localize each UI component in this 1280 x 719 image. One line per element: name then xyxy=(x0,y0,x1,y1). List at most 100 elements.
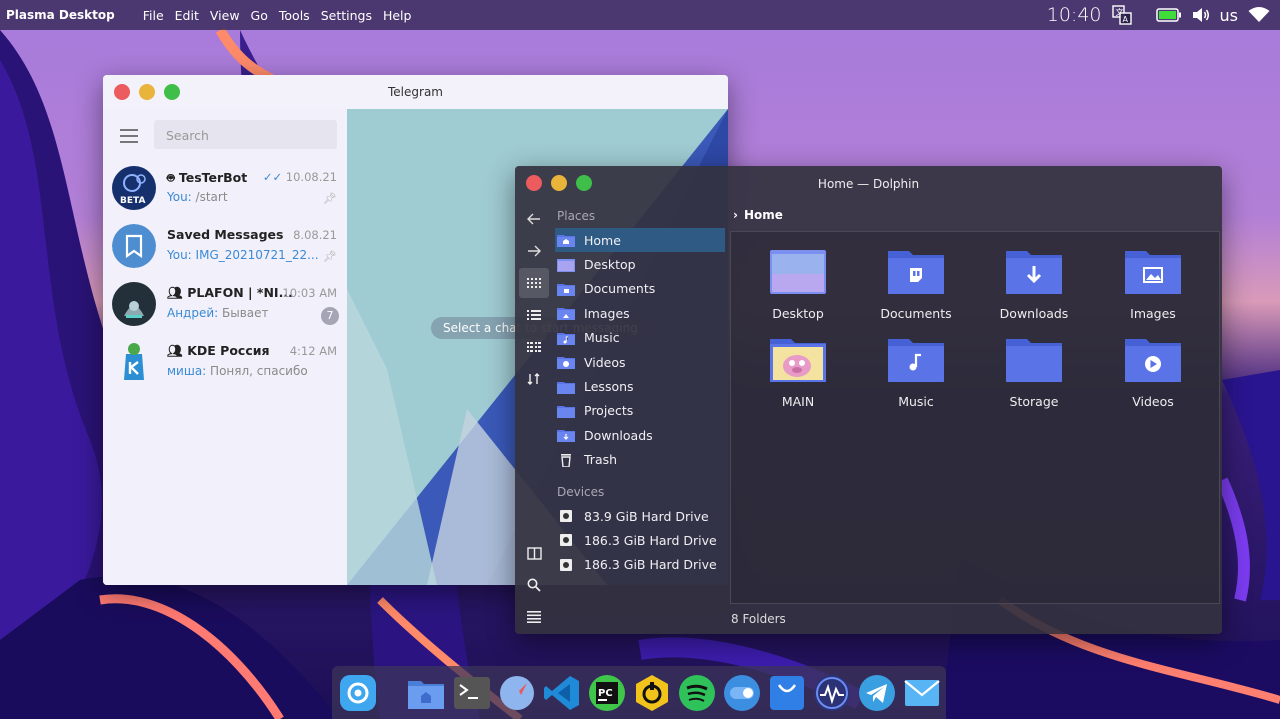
folder-main[interactable]: MAIN xyxy=(743,336,853,409)
place-music[interactable]: Music xyxy=(555,326,725,350)
chat-item-plafon[interactable]: 👥︎ PLAFON | *NI... 10:03 AM Андрей: Быва… xyxy=(103,275,347,333)
browser-icon[interactable] xyxy=(497,673,537,713)
details-view-button[interactable] xyxy=(519,300,549,330)
menu-view[interactable]: View xyxy=(210,8,240,23)
dolphin-window: Home — Dolphin Places Home Desktop Docum… xyxy=(515,166,1222,634)
folder-label: MAIN xyxy=(781,394,815,409)
chat-name: Saved Messages xyxy=(167,227,284,242)
hamburger-icon xyxy=(527,611,541,623)
search-button[interactable] xyxy=(519,570,549,600)
hamburger-menu-icon[interactable] xyxy=(120,129,138,147)
top-panel: Plasma Desktop File Edit View Go Tools S… xyxy=(0,0,1280,30)
icons-view-button[interactable] xyxy=(519,268,549,298)
menu-settings[interactable]: Settings xyxy=(321,8,372,23)
device-label: 83.9 GiB Hard Drive xyxy=(584,508,709,524)
keyboard-layout[interactable]: us xyxy=(1220,6,1238,25)
place-downloads[interactable]: Downloads xyxy=(555,423,725,447)
place-home[interactable]: Home xyxy=(555,228,725,253)
main-menu-button[interactable] xyxy=(519,602,549,632)
folder-desktop[interactable]: Desktop xyxy=(743,248,853,321)
place-label: Documents xyxy=(584,281,656,297)
place-videos[interactable]: Videos xyxy=(555,350,725,374)
place-images[interactable]: Images xyxy=(555,301,725,325)
folder-downloads[interactable]: Downloads xyxy=(979,248,1089,321)
chat-time: 8.08.21 xyxy=(293,228,337,242)
sort-icon xyxy=(527,373,540,385)
chat-preview: /start xyxy=(191,190,228,204)
device-drive-3[interactable]: 186.3 GiB Hard Drive xyxy=(555,553,725,577)
chat-time: 4:12 AM xyxy=(289,344,337,358)
chat-item-testerbot[interactable]: BETA 🤖︎ TesTerBot ✓✓ 10.08.21 You: /star… xyxy=(103,159,347,217)
app-title: Plasma Desktop xyxy=(6,8,115,22)
bot-icon: 🤖︎ xyxy=(167,170,179,185)
chat-preview: IMG_20210721_22... xyxy=(191,248,319,262)
place-label: Downloads xyxy=(584,427,653,443)
place-desktop[interactable]: Desktop xyxy=(555,252,725,276)
settings-toggle-icon[interactable] xyxy=(722,673,762,713)
telegram-titlebar[interactable]: Telegram xyxy=(103,75,728,109)
dolphin-titlebar[interactable]: Home — Dolphin xyxy=(515,166,1222,200)
videos-folder-icon xyxy=(1125,339,1181,382)
back-button[interactable] xyxy=(519,204,549,234)
chat-item-saved-messages[interactable]: Saved Messages 8.08.21 You: IMG_20210721… xyxy=(103,217,347,275)
terminal-icon[interactable] xyxy=(452,673,492,713)
chat-item-kde-russia[interactable]: 👥︎ KDE Россия 4:12 AM миша: Понял, спаси… xyxy=(103,333,347,391)
forward-button[interactable] xyxy=(519,236,549,266)
search-input[interactable]: Search xyxy=(154,120,337,149)
clock[interactable]: 10:40 xyxy=(1047,4,1102,26)
menu-go[interactable]: Go xyxy=(251,8,268,23)
system-monitor-icon[interactable] xyxy=(812,673,852,713)
folder-icon xyxy=(557,404,575,418)
device-drive-2[interactable]: 186.3 GiB Hard Drive xyxy=(555,528,725,552)
place-lessons[interactable]: Lessons xyxy=(555,374,725,398)
place-documents[interactable]: Documents xyxy=(555,277,725,301)
svg-text:BETA: BETA xyxy=(120,196,145,206)
folder-images[interactable]: Images xyxy=(1098,248,1208,321)
device-drive-1[interactable]: 83.9 GiB Hard Drive xyxy=(555,504,725,528)
bitwarden-icon[interactable] xyxy=(632,673,672,713)
search-icon xyxy=(527,578,541,592)
images-folder-icon xyxy=(557,306,575,321)
volume-icon[interactable] xyxy=(1192,7,1210,23)
launcher-icon[interactable] xyxy=(338,673,378,713)
vscode-icon[interactable] xyxy=(542,673,582,713)
hard-drive-icon xyxy=(557,558,575,572)
grid-icon xyxy=(527,278,541,288)
translate-icon[interactable]: 文A xyxy=(1111,5,1132,25)
split-view-button[interactable] xyxy=(519,538,549,568)
folder-videos[interactable]: Videos xyxy=(1098,336,1208,409)
breadcrumb-home[interactable]: Home xyxy=(744,208,783,222)
menu-help[interactable]: Help xyxy=(383,8,412,23)
chat-sender: Андрей: xyxy=(167,306,219,320)
music-folder-icon xyxy=(888,339,944,382)
store-icon[interactable] xyxy=(767,673,807,713)
folder-storage[interactable]: Storage xyxy=(979,336,1089,409)
compact-view-button[interactable] xyxy=(519,332,549,362)
chat-name: KDE Россия xyxy=(187,343,270,358)
file-view[interactable]: Desktop Documents Downloads Images MAIN … xyxy=(730,231,1220,604)
breadcrumb[interactable]: › Home xyxy=(733,208,783,222)
avatar: BETA xyxy=(112,166,156,210)
menu-tools[interactable]: Tools xyxy=(279,8,310,23)
menu-file[interactable]: File xyxy=(143,8,164,23)
place-projects[interactable]: Projects xyxy=(555,399,725,423)
dolphin-file-manager-icon[interactable] xyxy=(406,673,446,713)
folder-documents[interactable]: Documents xyxy=(861,248,971,321)
main-folder-icon xyxy=(770,339,826,382)
folder-music[interactable]: Music xyxy=(861,336,971,409)
spotify-icon[interactable] xyxy=(677,673,717,713)
videos-folder-icon xyxy=(557,355,575,370)
folder-label: Downloads xyxy=(999,306,1069,321)
wifi-icon[interactable] xyxy=(1248,7,1270,23)
battery-icon[interactable] xyxy=(1155,8,1182,22)
sort-button[interactable] xyxy=(519,364,549,394)
place-label: Music xyxy=(584,330,620,346)
menu-edit[interactable]: Edit xyxy=(175,8,199,23)
mail-icon[interactable] xyxy=(902,673,942,713)
chat-time: 10.08.21 xyxy=(285,170,337,184)
place-trash[interactable]: Trash xyxy=(555,448,725,472)
pycharm-icon[interactable]: PC xyxy=(587,673,627,713)
telegram-icon[interactable] xyxy=(857,673,897,713)
svg-text:PC: PC xyxy=(598,688,613,699)
arrow-left-icon xyxy=(527,213,540,225)
